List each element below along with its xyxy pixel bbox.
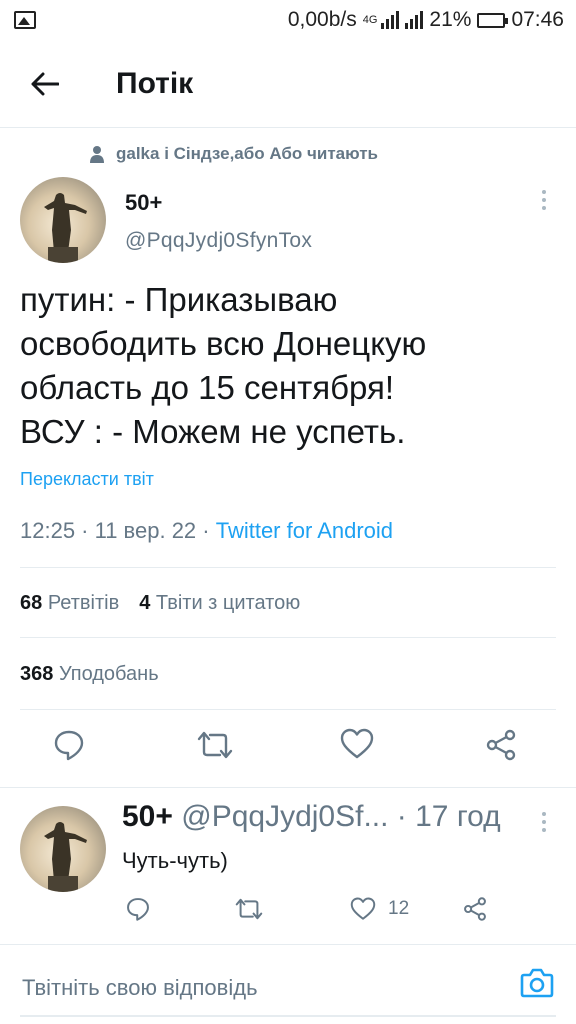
battery-icon: [477, 12, 509, 28]
divider: [20, 709, 556, 710]
author-handle[interactable]: @PqqJydj0SfynTox: [125, 229, 312, 253]
retweets-count: 68: [20, 592, 43, 614]
page-title: Потік: [116, 66, 194, 100]
compose-placeholder[interactable]: Твітніть свою відповідь: [22, 975, 258, 1001]
reply-reply-icon[interactable]: [125, 892, 151, 926]
tweet-text-line: ВСУ : - Можем не успеть.: [20, 413, 406, 450]
compose-reply-bar[interactable]: Твітніть свою відповідь: [0, 944, 576, 1024]
reply-header[interactable]: 50+ @PqqJydj0Sf... · 17 год: [122, 800, 501, 834]
author-name[interactable]: 50+: [125, 190, 162, 216]
network-speed: 0,00b/s: [287, 8, 357, 31]
camera-icon[interactable]: [520, 967, 554, 1004]
avatar[interactable]: [20, 177, 106, 263]
more-options-icon[interactable]: [540, 190, 548, 210]
retweets-stat[interactable]: 68 Ретвітів: [20, 592, 119, 615]
likes-stats[interactable]: 368 Уподобань: [20, 663, 159, 686]
reply-avatar[interactable]: [20, 806, 106, 892]
clock: 07:46: [511, 8, 564, 31]
tweet-meta: 12:25 · 11 вер. 22 · Twitter for Android: [20, 518, 393, 544]
reply-share-icon[interactable]: [462, 892, 488, 926]
gallery-notification-icon: [14, 11, 36, 29]
tweet-text: путин: - Приказываю освободить всю Донец…: [20, 278, 560, 454]
person-icon: [90, 146, 104, 163]
tweet-timestamp: 12:25 · 11 вер. 22 ·: [20, 518, 216, 543]
quotes-stat[interactable]: 4 Твіти з цитатою: [139, 592, 300, 615]
reply-author-handle: @PqqJydj0Sf...: [181, 800, 389, 833]
divider: [0, 787, 576, 788]
reply-more-options-icon[interactable]: [540, 812, 548, 832]
tweet-source-link[interactable]: Twitter for Android: [216, 518, 393, 543]
tweet-text-line: путин: - Приказываю: [20, 281, 338, 318]
social-context[interactable]: galka і Сіндзе,або Або читають: [90, 144, 378, 164]
back-arrow-icon[interactable]: [20, 59, 70, 109]
signal-icon-2: [405, 11, 424, 29]
share-icon[interactable]: [484, 728, 524, 768]
signal-icon: [381, 11, 400, 29]
reply-icon[interactable]: [52, 728, 92, 768]
reply-author-name: 50+: [122, 800, 173, 833]
engagement-stats: 68 Ретвітів 4 Твіти з цитатою: [20, 592, 300, 615]
likes-count: 368: [20, 663, 54, 685]
status-bar: 0,00b/s 4G 21% 07:46: [0, 0, 576, 40]
network-type: 4G: [362, 14, 378, 26]
divider: [20, 567, 556, 568]
reply-likes-count: 12: [388, 898, 410, 919]
social-context-text: galka і Сіндзе,або Або читають: [116, 144, 379, 163]
reply-text: Чуть-чуть): [122, 848, 228, 873]
reply-retweet-icon[interactable]: [234, 892, 264, 926]
retweets-label: Ретвітів: [47, 592, 120, 614]
reply-like-heart-icon: [350, 897, 376, 920]
retweet-icon[interactable]: [196, 728, 236, 768]
tweet-text-line: освободить всю Донецкую: [20, 325, 427, 362]
compose-underline: [20, 1015, 556, 1017]
likes-label: Уподобань: [58, 663, 159, 685]
like-heart-icon[interactable]: [340, 728, 380, 768]
reply-time: · 17 год: [396, 800, 501, 833]
translate-tweet-link[interactable]: Перекласти твіт: [20, 469, 154, 490]
divider: [20, 637, 556, 638]
battery-percent: 21%: [429, 8, 472, 31]
tweet-text-line: область до 15 сентября!: [20, 369, 394, 406]
quotes-count: 4: [139, 592, 151, 614]
status-right: 0,00b/s 4G 21% 07:46: [288, 8, 564, 32]
app-header: Потік: [0, 40, 576, 128]
quotes-label: Твіти з цитатою: [155, 592, 301, 614]
reply-like[interactable]: 12: [350, 892, 409, 926]
